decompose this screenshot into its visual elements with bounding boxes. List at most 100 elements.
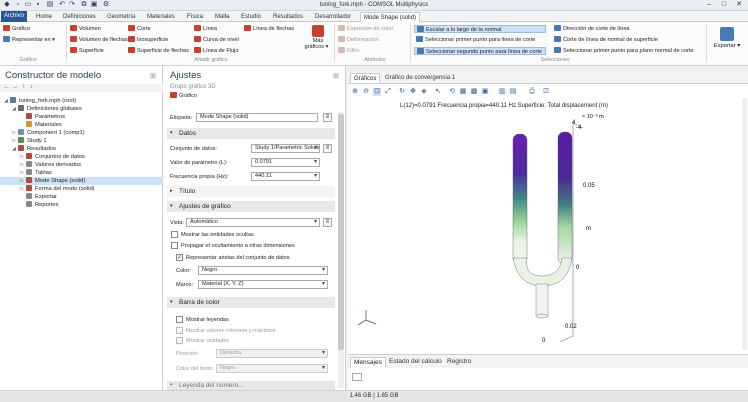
isosurface-button[interactable]: Isosuperficie <box>128 36 168 44</box>
section-titulo[interactable]: ▸ Título <box>167 186 335 197</box>
tree-item[interactable]: ◢ Resultados <box>0 145 163 153</box>
tree-item[interactable]: Exportar <box>0 193 163 201</box>
tree-item[interactable]: ◢ Definiciones globales <box>0 105 163 113</box>
first-point-line-button[interactable]: Seleccionar primer punto para línea de c… <box>416 36 535 44</box>
settings-scrollbar[interactable] <box>338 112 344 388</box>
plot-edges-checkbox[interactable]: ✓ <box>176 254 183 261</box>
tab-registro[interactable]: Registro <box>444 357 474 367</box>
contour-button[interactable]: Curva de nivel <box>194 36 239 44</box>
zoom-in-icon[interactable]: ⊕ <box>351 88 359 96</box>
tree-item[interactable]: ▷ Conjuntos de datos <box>0 153 163 161</box>
scale-normal-button[interactable]: Escalar a lo largo de la normal <box>414 25 546 33</box>
dataset-select[interactable]: Study 1/Parametric Solutio <box>251 144 320 153</box>
section-leyenda[interactable]: ▾ Leyenda del número... <box>167 381 335 390</box>
plot-in-button[interactable]: Representar en ▾ <box>3 36 55 44</box>
show-hidden-checkbox[interactable] <box>171 231 178 238</box>
transparency-icon[interactable]: ▣ <box>481 88 489 96</box>
perspective-icon[interactable]: ▦ <box>459 88 467 96</box>
arrow-surface-button[interactable]: Superficie de flechas <box>128 47 189 55</box>
tab-graficos[interactable]: Gráficos <box>350 73 381 83</box>
file-menu[interactable]: Archivo ▾ <box>1 11 27 30</box>
tab-desarrollador[interactable]: Desarrollador <box>312 12 354 22</box>
tab-geometria[interactable]: Geometría <box>104 12 138 22</box>
tab-malla[interactable]: Malla <box>212 12 232 22</box>
section-barra-color[interactable]: ▾ Barra de color <box>167 297 335 308</box>
view-goto-icon[interactable]: ≡ <box>323 218 332 227</box>
parameter-value-select[interactable]: 0.0791 <box>251 158 320 167</box>
grid-icon[interactable]: ▤ <box>509 88 517 96</box>
settings-plot-button[interactable]: Gráfico <box>170 92 197 100</box>
default-view-icon[interactable]: ⟲ <box>448 88 456 96</box>
tree-item[interactable]: ◢ tuning_fork.mph (root) <box>0 97 163 105</box>
frame-select[interactable]: Material (X, Y, Z) <box>198 280 328 289</box>
line-cut-direction-button[interactable]: Dirección de corte de línea <box>554 25 630 33</box>
filter-button[interactable]: Filtro <box>338 47 359 55</box>
slice-button[interactable]: Corte <box>128 25 151 33</box>
deformation-button[interactable]: Deformación <box>338 36 379 44</box>
up-icon[interactable]: ↑ <box>22 84 25 90</box>
scrollbar-thumb[interactable] <box>338 114 344 350</box>
export-button[interactable]: Exportar ▾ <box>710 25 744 59</box>
scene-light-icon[interactable]: ▥ <box>498 88 506 96</box>
tree-item[interactable]: ▷ Study 1 <box>0 137 163 145</box>
forward-icon[interactable]: → <box>12 84 18 90</box>
tab-fisica[interactable]: Física <box>184 12 206 22</box>
graphics-scrollbar[interactable] <box>742 98 747 350</box>
tree-item[interactable]: Materiales <box>0 121 163 129</box>
surface-button[interactable]: Superficie <box>70 47 104 55</box>
image-snapshot-icon[interactable]: ⎚ <box>542 88 550 96</box>
position-select[interactable]: Derecha <box>216 349 328 358</box>
color-expression-button[interactable]: Expresión de color <box>338 25 393 33</box>
show-units-checkbox[interactable] <box>176 337 183 344</box>
tree-item[interactable]: ▷ Component 1 (comp1) <box>0 129 163 137</box>
line-button[interactable]: Línea <box>194 25 217 33</box>
section-ajustes-grafico[interactable]: ▾ Ajustes de gráfico <box>167 201 335 212</box>
pin-icon[interactable]: ⊞ <box>333 72 339 80</box>
tab-estudio[interactable]: Estudio <box>238 12 264 22</box>
maximize-button[interactable]: □ <box>717 0 731 10</box>
tab-home[interactable]: Home <box>33 12 55 22</box>
tree-item[interactable]: Reportes <box>0 201 163 209</box>
dataset-goto-icon[interactable]: ≡ <box>323 144 332 153</box>
tab-definiciones[interactable]: Definiciones <box>60 12 99 22</box>
show-minmax-checkbox[interactable] <box>176 327 183 334</box>
tree-item[interactable]: ▷ Forma del modo (solid) <box>0 185 163 193</box>
eigenfrequency-select[interactable]: 440.11 <box>251 172 320 181</box>
label-field[interactable]: Mode Shape (solid) <box>196 113 318 122</box>
tab-resultados[interactable]: Resultados <box>270 12 306 22</box>
arrow-line-button[interactable]: Línea de flechas <box>244 25 294 33</box>
zoom-box-icon[interactable]: ⊡ <box>373 88 381 96</box>
surface-normal-cut-button[interactable]: Corte de línea de normal de superficie <box>554 36 658 44</box>
close-button[interactable]: ✕ <box>732 0 746 10</box>
zoom-out-icon[interactable]: ⊖ <box>362 88 370 96</box>
tab-convergencia[interactable]: Gráfico de convergencia 1 <box>382 73 458 83</box>
section-datos[interactable]: ▾ Datos <box>167 128 335 139</box>
clear-messages-icon[interactable] <box>352 373 362 381</box>
tree-item[interactable]: Parámetros <box>0 113 163 121</box>
tree-item[interactable]: ▷ Valores derivados <box>0 161 163 169</box>
color-select[interactable]: Negro <box>198 266 328 275</box>
back-icon[interactable]: ← <box>4 84 10 90</box>
rotate-icon[interactable]: ↻ <box>398 88 406 96</box>
text-color-select[interactable]: Negro <box>216 364 328 373</box>
select-icon[interactable]: ↖ <box>434 88 442 96</box>
tab-estado-calculo[interactable]: Estado del cálculo <box>386 357 445 367</box>
more-plots-button[interactable]: Más gráficos ▾ <box>305 25 330 55</box>
edit-label-icon[interactable]: ≡ <box>323 113 332 122</box>
tab-mensajes[interactable]: Mensajes <box>350 357 386 367</box>
pan-icon[interactable]: ✥ <box>409 88 417 96</box>
second-point-line-button[interactable]: Seleccionar segundo punto para línea de … <box>414 47 546 55</box>
views-icon[interactable]: ◈ <box>420 88 428 96</box>
plane-normal-cut-button[interactable]: Seleccionar primer punto para plano norm… <box>554 47 694 55</box>
print-icon[interactable]: ⎙ <box>528 88 536 96</box>
tab-mode-shape[interactable]: Mode Shape (solid) <box>360 12 421 22</box>
tab-materiales[interactable]: Materiales <box>144 12 178 22</box>
arrow-volume-button[interactable]: Volumen de flechas <box>70 36 128 44</box>
wireframe-icon[interactable]: ▩ <box>470 88 478 96</box>
streamline-button[interactable]: Línea de Flujo <box>194 47 238 55</box>
pin-icon[interactable]: ⊞ <box>150 72 156 80</box>
show-legends-checkbox[interactable] <box>176 316 183 323</box>
volume-button[interactable]: Volumen <box>70 25 101 33</box>
plot-button[interactable]: Gráfico <box>3 25 30 33</box>
propagate-hiding-checkbox[interactable] <box>171 242 178 249</box>
